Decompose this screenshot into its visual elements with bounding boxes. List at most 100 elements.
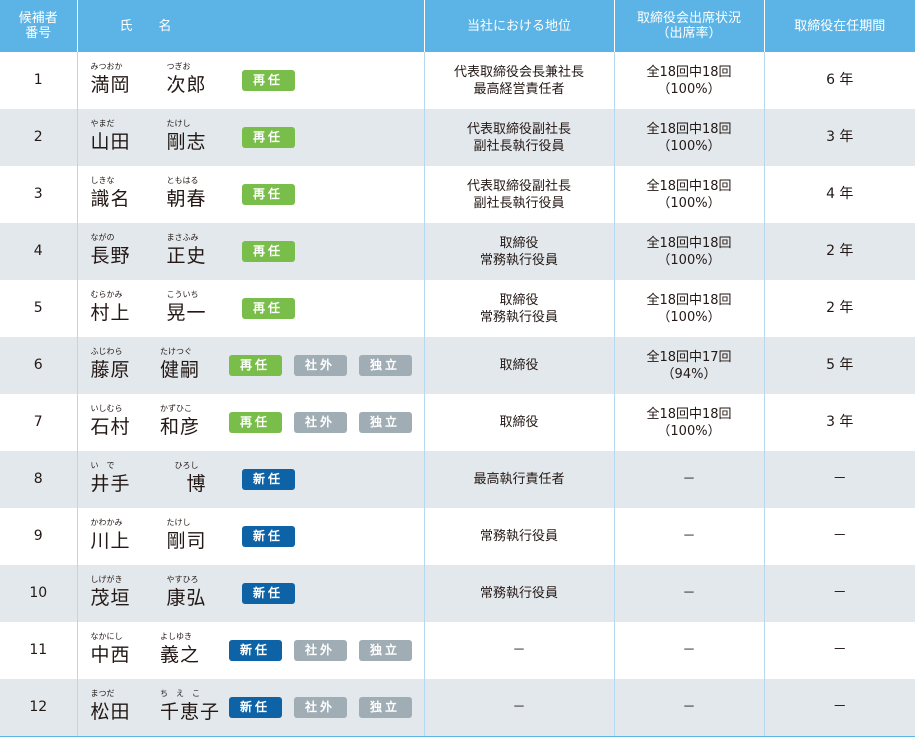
position-line: 副社長執行役員 — [473, 195, 565, 211]
candidate-name-cell: いしむら 石村 かずひこ 和彦 再任 社外 独立 — [77, 394, 425, 451]
candidate-number: 10 — [0, 565, 78, 622]
name-furigana: い で — [90, 460, 115, 470]
name-furigana: たけつぐ — [160, 346, 192, 356]
attendance-line: － — [682, 643, 696, 658]
independent-badge: 独立 — [358, 412, 412, 433]
table-row: 2 やまだ 山田 たけし 剛志 再任 代表取締役副社長 副社長執行役員 全18回中18回 （100… — [0, 109, 915, 166]
term-cell: － — [764, 622, 915, 679]
candidate-surname: ながの 長野 — [91, 232, 153, 272]
attendance-cell: － — [614, 565, 765, 622]
attendance-cell: － — [614, 451, 765, 508]
name-kanji: 晃一 — [166, 301, 207, 324]
name-kanji: 石村 — [90, 415, 131, 438]
name-furigana: ながの — [90, 232, 115, 242]
header-term: 取締役在任期間 — [764, 0, 915, 52]
badge-group: 再任 — [241, 127, 307, 148]
table-row: 3 しきな 識名 ともはる 朝春 再任 代表取締役副社長 副社長執行役員 全18回中18回 （10… — [0, 166, 915, 223]
candidate-given-name: たけつぐ 健嗣 — [160, 346, 216, 386]
name-kanji: 茂垣 — [90, 586, 131, 609]
term-cell: 2 年 — [764, 223, 915, 280]
name-kanji: 村上 — [90, 301, 131, 324]
name-kanji: 健嗣 — [160, 358, 201, 381]
candidate-surname: みつおか 満岡 — [91, 61, 153, 101]
candidate-name-cell: なかにし 中西 よしゆき 義之 新任 社外 独立 — [77, 622, 425, 679]
candidate-name-cell: ふじわら 藤原 たけつぐ 健嗣 再任 社外 独立 — [77, 337, 425, 394]
name-furigana: よしゆき — [160, 631, 192, 641]
attendance-line: 全18回中18回 — [646, 292, 732, 308]
name-furigana: たけし — [166, 118, 191, 128]
position-line: 代表取締役副社長 — [466, 121, 571, 137]
header-candidate-no: 候補者 番号 — [0, 0, 78, 52]
name-kanji: 川上 — [90, 529, 131, 552]
attendance-cell: － — [614, 679, 765, 737]
candidate-name-cell: しげがき 茂垣 やすひろ 康弘 新任 — [77, 565, 425, 622]
candidate-surname: やまだ 山田 — [91, 118, 153, 158]
candidate-given-name: たけし 剛司 — [167, 517, 229, 557]
header-row: 候補者 番号 氏 名 当社における地位 取締役会出席状況 （出席率） 取締役在任… — [0, 0, 915, 52]
new-appointment-badge: 新任 — [228, 697, 282, 718]
badge-group: 新任 — [241, 583, 307, 604]
badge-group: 再任 — [241, 298, 307, 319]
position-line: 常務執行役員 — [479, 529, 558, 544]
candidate-number: 2 — [0, 109, 78, 166]
position-line: 取締役 — [499, 235, 539, 251]
candidate-number: 8 — [0, 451, 78, 508]
position-line: － — [512, 700, 526, 715]
term-cell: 5 年 — [764, 337, 915, 394]
position-line: － — [512, 643, 526, 658]
name-kanji: 井手 — [90, 472, 131, 495]
table-row: 7 いしむら 石村 かずひこ 和彦 再任 社外 独立 取締役 全18回中18回 （100%） 3 年 — [0, 394, 915, 451]
name-kanji: 朝春 — [166, 187, 207, 210]
attendance-line: （100%） — [657, 309, 721, 325]
candidate-number: 1 — [0, 52, 78, 109]
name-kanji: 識名 — [90, 187, 131, 210]
new-appointment-badge: 新任 — [228, 640, 282, 661]
reappointment-badge: 再任 — [241, 70, 295, 91]
independent-badge: 独立 — [358, 697, 412, 718]
candidate-given-name: ひろし 博 — [167, 460, 229, 500]
name-kanji: 千恵子 — [160, 700, 221, 723]
name-furigana: やすひろ — [166, 574, 199, 584]
name-furigana: ひろし — [166, 460, 199, 470]
candidate-given-name: かずひこ 和彦 — [160, 403, 216, 443]
table-row: 8い で井手 ひろし 博新任 最高執行責任者－－ — [0, 451, 915, 508]
badge-group: 再任 社外 独立 — [228, 355, 424, 376]
name-kanji: 和彦 — [160, 415, 201, 438]
position-line: 常務執行役員 — [479, 252, 558, 268]
candidate-surname: まつだ 松田 — [91, 688, 147, 728]
name-furigana: かずひこ — [160, 403, 192, 413]
candidate-surname: ふじわら 藤原 — [91, 346, 147, 386]
position-line: 常務執行役員 — [479, 309, 558, 325]
name-furigana: なかにし — [90, 631, 123, 641]
attendance-line: （94%） — [661, 366, 717, 382]
new-appointment-badge: 新任 — [241, 526, 295, 547]
position-cell: 代表取締役副社長 副社長執行役員 — [424, 166, 615, 223]
position-line: 取締役 — [499, 415, 539, 430]
table-row: 4 ながの 長野 まさふみ 正史 再任 取締役 常務執行役員 全18回中18回 （100%） 2 年 — [0, 223, 915, 280]
attendance-cell: 全18回中18回 （100%） — [614, 394, 765, 451]
name-furigana: みつおか — [90, 61, 123, 71]
name-furigana: むらかみ — [90, 289, 123, 299]
position-line: 取締役 — [499, 292, 539, 308]
name-furigana: ふじわら — [90, 346, 123, 356]
position-cell: 常務執行役員 — [424, 508, 615, 565]
name-kanji: 長野 — [90, 244, 131, 267]
header-name: 氏 名 — [77, 0, 425, 52]
position-cell: 常務執行役員 — [424, 565, 615, 622]
attendance-line: 全18回中17回 — [646, 349, 732, 365]
position-line: 最高執行責任者 — [473, 472, 565, 487]
position-cell: － — [424, 679, 615, 737]
header-name-label: 氏 名 — [119, 18, 172, 34]
name-kanji: 剛司 — [166, 529, 207, 552]
header-no-line1: 候補者 — [18, 11, 58, 26]
table-row: 12 まつだ 松田ち え こ千恵子 新任 社外 独立－－－ — [0, 679, 915, 737]
attendance-line: － — [682, 529, 696, 544]
name-kanji: 次郎 — [166, 73, 207, 96]
position-line: 代表取締役会長兼社長 — [453, 64, 584, 80]
candidate-surname: しきな 識名 — [91, 175, 153, 215]
name-kanji: 松田 — [90, 700, 131, 723]
candidate-number: 9 — [0, 508, 78, 565]
candidate-number: 4 — [0, 223, 78, 280]
name-kanji: 藤原 — [90, 358, 131, 381]
candidate-number: 6 — [0, 337, 78, 394]
